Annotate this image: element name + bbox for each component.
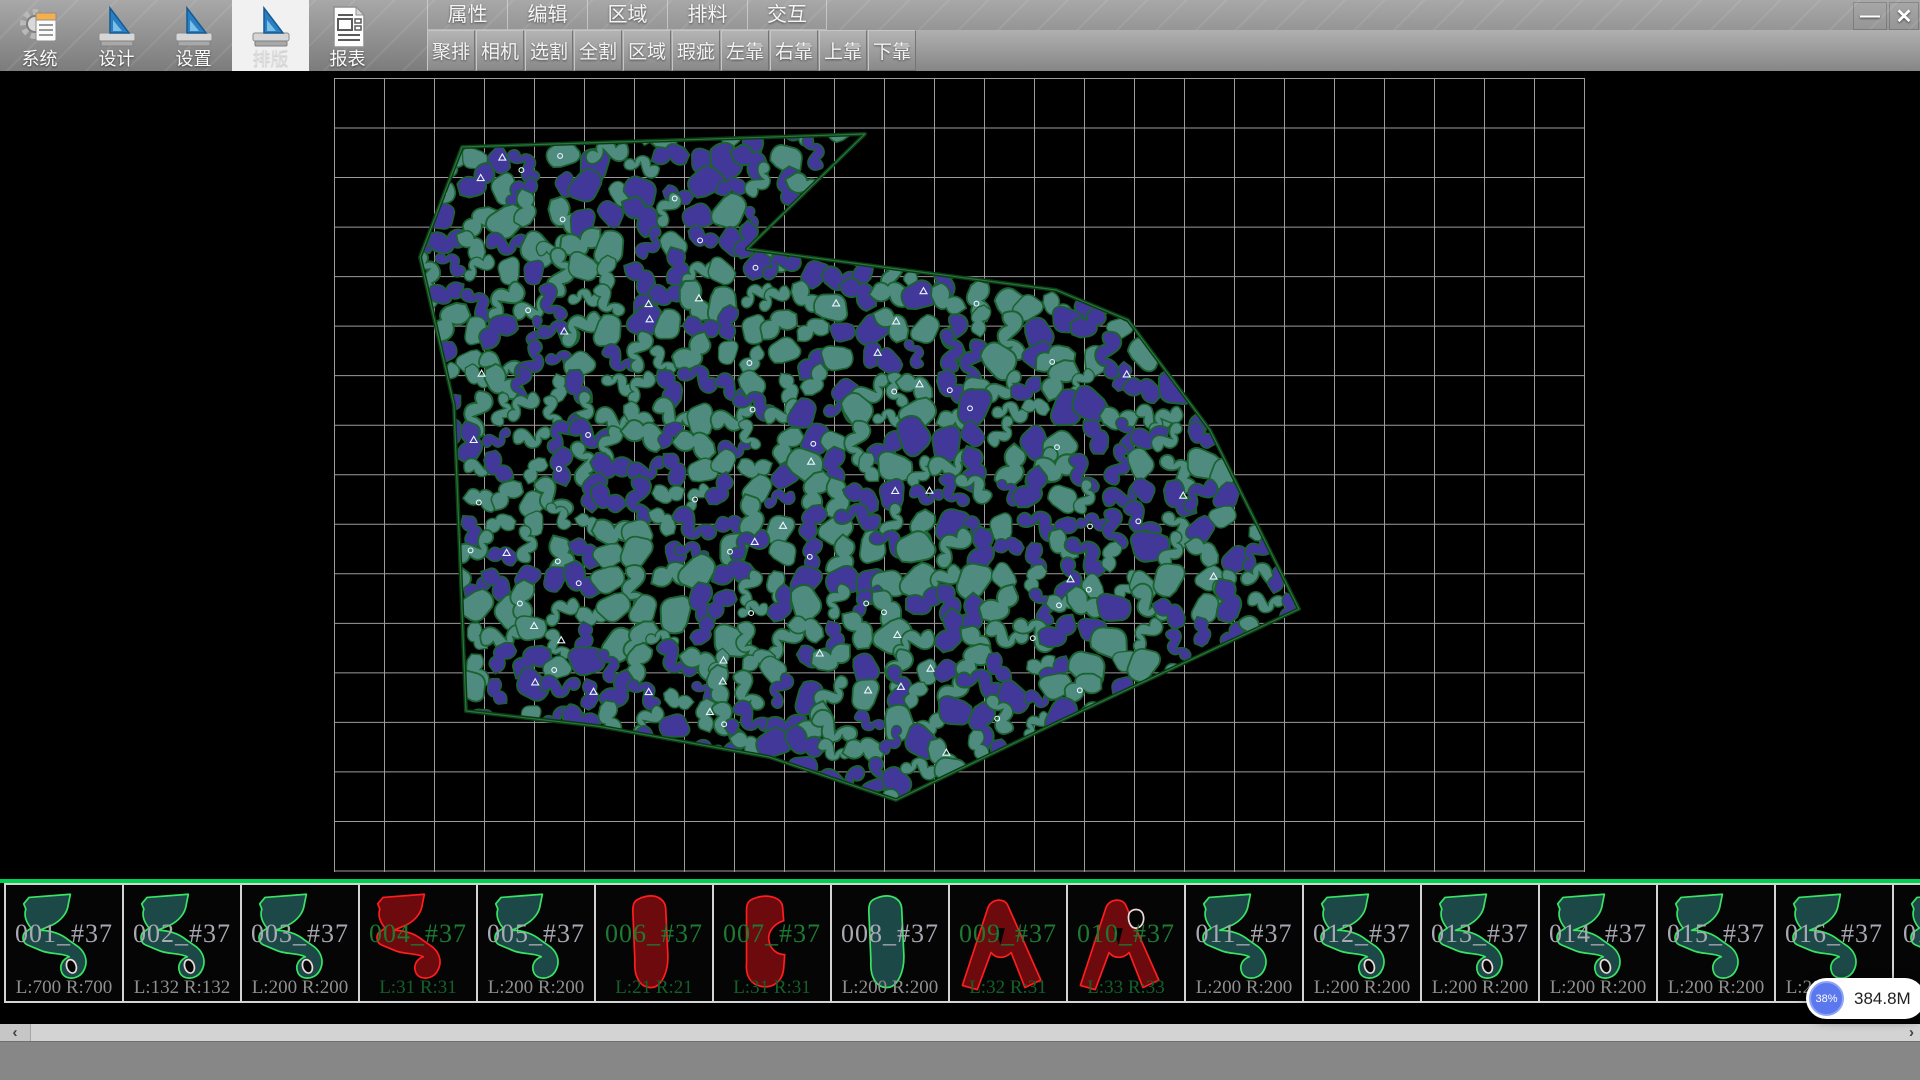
piece-thumbnail-shape (247, 887, 353, 999)
filmstrip-item-008_#37[interactable]: 008_#37L:200 R:200 (830, 883, 950, 1003)
main-button-2[interactable]: 设计 (78, 0, 155, 71)
piece-thumbnail-shape (955, 887, 1061, 999)
piece-thumbnail-shape (11, 887, 117, 999)
menu-tab-5[interactable]: 交互 (747, 0, 827, 30)
menu-tab-3[interactable]: 区域 (587, 0, 667, 30)
nesting-canvas-area[interactable] (0, 71, 1920, 879)
progress-size-label: 384.8M (1854, 989, 1911, 1009)
piece-filmstrip: 001_#37L:700 R:700002_#37L:132 R:132003_… (0, 879, 1920, 1024)
piece-thumbnail-shape (1663, 887, 1769, 999)
main-button-3[interactable]: 设置 (155, 0, 232, 71)
report-document-icon (326, 5, 370, 49)
main-mode-buttons: 系统 设计 设置 排版 报表 (1, 0, 386, 71)
piece-thumbnail-shape (1427, 887, 1533, 999)
tool-button-3[interactable]: 选割 (525, 30, 573, 71)
status-bar (0, 1041, 1920, 1080)
tool-button-2[interactable]: 相机 (476, 30, 524, 71)
filmstrip-item-009_#37[interactable]: 009_#37L:32 R:31 (948, 883, 1068, 1003)
menu-tab-4[interactable]: 排料 (667, 0, 747, 30)
main-button-1[interactable]: 系统 (1, 0, 78, 71)
piece-thumbnail-shape (365, 887, 471, 999)
tool-button-7[interactable]: 左靠 (721, 30, 769, 71)
main-button-5[interactable]: 报表 (309, 0, 386, 71)
system-gear-icon (18, 5, 62, 49)
piece-thumbnail-shape (1073, 887, 1179, 999)
tool-button-5[interactable]: 区域 (623, 30, 671, 71)
piece-thumbnail-shape (837, 887, 943, 999)
filmstrip-item-012_#37[interactable]: 012_#37L:200 R:200 (1302, 883, 1422, 1003)
tool-button-1[interactable]: 聚排 (427, 30, 475, 71)
tool-button-10[interactable]: 下靠 (868, 30, 916, 71)
piece-thumbnail-shape (1309, 887, 1415, 999)
tool-button-row: 聚排相机选割全割区域瑕疵左靠右靠上靠下靠 (427, 30, 917, 71)
menu-tab-2[interactable]: 编辑 (507, 0, 587, 30)
nesting-setsquare-icon (249, 5, 293, 49)
tool-button-4[interactable]: 全割 (574, 30, 622, 71)
piece-thumbnail-shape (719, 887, 825, 999)
tool-button-9[interactable]: 上靠 (819, 30, 867, 71)
tool-button-8[interactable]: 右靠 (770, 30, 818, 71)
menu-tab-1[interactable]: 属性 (427, 0, 507, 30)
filmstrip-item-007_#37[interactable]: 007_#37L:31 R:31 (712, 883, 832, 1003)
main-button-4[interactable]: 排版 (232, 0, 309, 71)
piece-thumbnail-shape (129, 887, 235, 999)
filmstrip-item-003_#37[interactable]: 003_#37L:200 R:200 (240, 883, 360, 1003)
application-window: 系统设计设置排版报表 属性编辑区域排料交互 聚排相机选割全割区域瑕疵左靠右靠上靠… (0, 0, 1920, 1080)
main-button-label: 报表 (330, 50, 366, 68)
filmstrip-item-010_#37[interactable]: 010_#37L:33 R:33 (1066, 883, 1186, 1003)
filmstrip-cells: 001_#37L:700 R:700002_#37L:132 R:132003_… (0, 883, 1920, 1003)
filmstrip-item-005_#37[interactable]: 005_#37L:200 R:200 (476, 883, 596, 1003)
piece-thumbnail-shape (483, 887, 589, 999)
piece-thumbnail-shape (1191, 887, 1297, 999)
filmstrip-item-014_#37[interactable]: 014_#37L:200 R:200 (1538, 883, 1658, 1003)
main-button-label: 设置 (176, 50, 212, 68)
filmstrip-item-001_#37[interactable]: 001_#37L:700 R:700 (4, 883, 124, 1003)
design-setsquare-icon (95, 5, 139, 49)
filmstrip-item-002_#37[interactable]: 002_#37L:132 R:132 (122, 883, 242, 1003)
scroll-right-arrow-icon[interactable]: › (1909, 1024, 1914, 1041)
settings-setsquare-icon (172, 5, 216, 49)
piece-thumbnail-shape (1545, 887, 1651, 999)
close-button[interactable]: ✕ (1889, 2, 1919, 30)
tool-button-band: 聚排相机选割全割区域瑕疵左靠右靠上靠下靠 (427, 30, 1920, 71)
main-button-label: 系统 (22, 50, 58, 68)
progress-percent-badge: 38% (1809, 981, 1844, 1016)
main-toolbar: 系统设计设置排版报表 属性编辑区域排料交互 聚排相机选割全割区域瑕疵左靠右靠上靠… (0, 0, 1920, 71)
filmstrip-item-013_#37[interactable]: 013_#37L:200 R:200 (1420, 883, 1540, 1003)
main-button-label: 设计 (99, 50, 135, 68)
filmstrip-item-015_#37[interactable]: 015_#37L:200 R:200 (1656, 883, 1776, 1003)
menu-tab-bar: 属性编辑区域排料交互 (427, 0, 827, 30)
horizontal-scrollbar[interactable]: ‹ › (0, 1024, 1920, 1041)
filmstrip-item-006_#37[interactable]: 006_#37L:21 R:21 (594, 883, 714, 1003)
tool-button-6[interactable]: 瑕疵 (672, 30, 720, 71)
download-progress-pill[interactable]: 38% 384.8M (1806, 978, 1920, 1019)
filmstrip-item-004_#37[interactable]: 004_#37L:31 R:31 (358, 883, 478, 1003)
nesting-canvas[interactable] (0, 71, 1920, 879)
filmstrip-item-011_#37[interactable]: 011_#37L:200 R:200 (1184, 883, 1304, 1003)
main-button-label: 排版 (253, 50, 289, 68)
minimize-button[interactable]: — (1853, 2, 1887, 30)
piece-thumbnail-shape (601, 887, 707, 999)
scroll-left-arrow-icon[interactable]: ‹ (0, 1024, 31, 1041)
